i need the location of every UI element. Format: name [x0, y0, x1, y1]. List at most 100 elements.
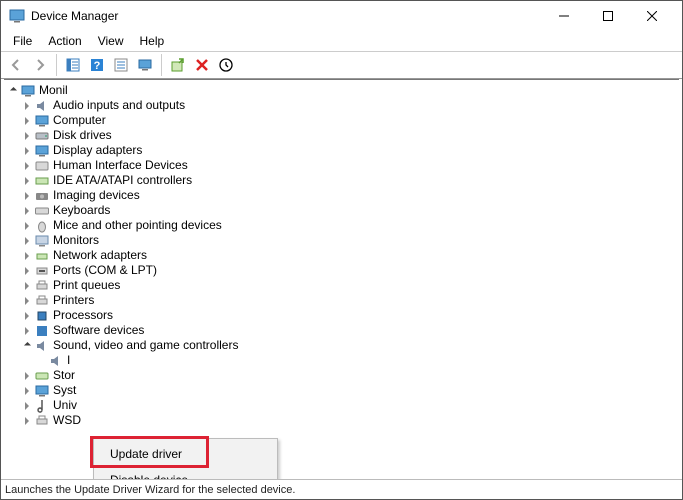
menu-disable-device[interactable]: Disable device: [96, 467, 275, 479]
expander-icon[interactable]: [20, 204, 34, 218]
expander-icon[interactable]: [20, 219, 34, 233]
tree-label: Disk drives: [53, 128, 112, 143]
tree-item[interactable]: Human Interface Devices: [6, 158, 679, 173]
tree-item[interactable]: Processors: [6, 308, 679, 323]
menu-file[interactable]: File: [5, 32, 40, 50]
expander-icon[interactable]: [20, 114, 34, 128]
expander-icon[interactable]: [20, 369, 34, 383]
processor-icon: [34, 308, 50, 324]
tree-label: Keyboards: [53, 203, 110, 218]
tree-root[interactable]: Monil: [6, 83, 679, 98]
tree-item[interactable]: Ports (COM & LPT): [6, 263, 679, 278]
tree-item[interactable]: Print queues: [6, 278, 679, 293]
tree-item[interactable]: Imaging devices: [6, 188, 679, 203]
expander-icon[interactable]: [20, 294, 34, 308]
scan-hardware-icon[interactable]: [134, 54, 156, 76]
toolbar-separator: [56, 54, 57, 76]
expander-icon[interactable]: [20, 144, 34, 158]
print-queue-icon: [34, 278, 50, 294]
update-driver-icon[interactable]: [167, 54, 189, 76]
tree-item[interactable]: IDE ATA/ATAPI controllers: [6, 173, 679, 188]
tree-item[interactable]: Mice and other pointing devices: [6, 218, 679, 233]
tree-item[interactable]: WSD: [6, 413, 679, 428]
expander-icon[interactable]: [20, 174, 34, 188]
app-icon: [9, 8, 25, 24]
tree-label: Syst: [53, 383, 76, 398]
tree-label: Display adapters: [53, 143, 142, 158]
forward-button[interactable]: [29, 54, 51, 76]
maximize-button[interactable]: [586, 1, 630, 31]
help-icon[interactable]: ?: [86, 54, 108, 76]
menu-action[interactable]: Action: [40, 32, 89, 50]
tree-label: Processors: [53, 308, 113, 323]
expander-icon[interactable]: [20, 399, 34, 413]
tree-item[interactable]: Disk drives: [6, 128, 679, 143]
tree-label: Print queues: [53, 278, 120, 293]
tree-item-sound[interactable]: Sound, video and game controllers: [6, 338, 679, 353]
expander-icon[interactable]: [20, 414, 34, 428]
minimize-button[interactable]: [542, 1, 586, 31]
tree-label: Stor: [53, 368, 75, 383]
hid-icon: [34, 158, 50, 174]
tree-item[interactable]: Univ: [6, 398, 679, 413]
tree-label: Mice and other pointing devices: [53, 218, 222, 233]
menu-help[interactable]: Help: [132, 32, 173, 50]
tree-item-selected[interactable]: I: [6, 353, 679, 368]
keyboard-icon: [34, 203, 50, 219]
statusbar: Launches the Update Driver Wizard for th…: [1, 479, 682, 499]
show-hidden-icon[interactable]: [62, 54, 84, 76]
device-tree[interactable]: Monil Audio inputs and outputs Computer …: [4, 80, 679, 428]
tree-label: Imaging devices: [53, 188, 140, 203]
tree-label: Univ: [53, 398, 77, 413]
enable-icon[interactable]: [215, 54, 237, 76]
expander-icon[interactable]: [20, 264, 34, 278]
tree-item[interactable]: Syst: [6, 383, 679, 398]
expander-icon[interactable]: [20, 309, 34, 323]
usb-icon: [34, 398, 50, 414]
wsd-icon: [34, 413, 50, 429]
expander-icon[interactable]: [20, 159, 34, 173]
titlebar: Device Manager: [1, 1, 682, 31]
sound-icon: [34, 338, 50, 354]
expander-icon[interactable]: [20, 189, 34, 203]
tree-label: Monil: [39, 83, 68, 98]
svg-text:?: ?: [94, 60, 101, 72]
expander-icon[interactable]: [6, 84, 20, 98]
printer-icon: [34, 293, 50, 309]
tree-item[interactable]: Stor: [6, 368, 679, 383]
tree-item[interactable]: Printers: [6, 293, 679, 308]
expander-icon[interactable]: [20, 249, 34, 263]
properties-icon[interactable]: [110, 54, 132, 76]
expander-icon[interactable]: [20, 129, 34, 143]
expander-icon[interactable]: [20, 279, 34, 293]
close-button[interactable]: [630, 1, 674, 31]
menu-update-driver[interactable]: Update driver: [96, 441, 275, 467]
expander-icon[interactable]: [20, 99, 34, 113]
tree-label: Audio inputs and outputs: [53, 98, 185, 113]
expander-icon[interactable]: [20, 324, 34, 338]
back-button[interactable]: [5, 54, 27, 76]
tree-label: I: [67, 353, 70, 368]
software-icon: [34, 323, 50, 339]
tree-label: WSD: [53, 413, 81, 428]
tree-item[interactable]: Computer: [6, 113, 679, 128]
display-icon: [34, 143, 50, 159]
uninstall-icon[interactable]: [191, 54, 213, 76]
sound-device-icon: [48, 353, 64, 369]
tree-item[interactable]: Monitors: [6, 233, 679, 248]
system-icon: [34, 383, 50, 399]
tree-item[interactable]: Keyboards: [6, 203, 679, 218]
tree-label: Human Interface Devices: [53, 158, 188, 173]
tree-item[interactable]: Software devices: [6, 323, 679, 338]
mouse-icon: [34, 218, 50, 234]
expander-icon[interactable]: [20, 234, 34, 248]
tree-label: Ports (COM & LPT): [53, 263, 157, 278]
tree-item[interactable]: Network adapters: [6, 248, 679, 263]
menu-view[interactable]: View: [90, 32, 132, 50]
tree-item[interactable]: Display adapters: [6, 143, 679, 158]
tree-label: Printers: [53, 293, 94, 308]
imaging-icon: [34, 188, 50, 204]
expander-icon[interactable]: [20, 339, 34, 353]
expander-icon[interactable]: [20, 384, 34, 398]
tree-item[interactable]: Audio inputs and outputs: [6, 98, 679, 113]
